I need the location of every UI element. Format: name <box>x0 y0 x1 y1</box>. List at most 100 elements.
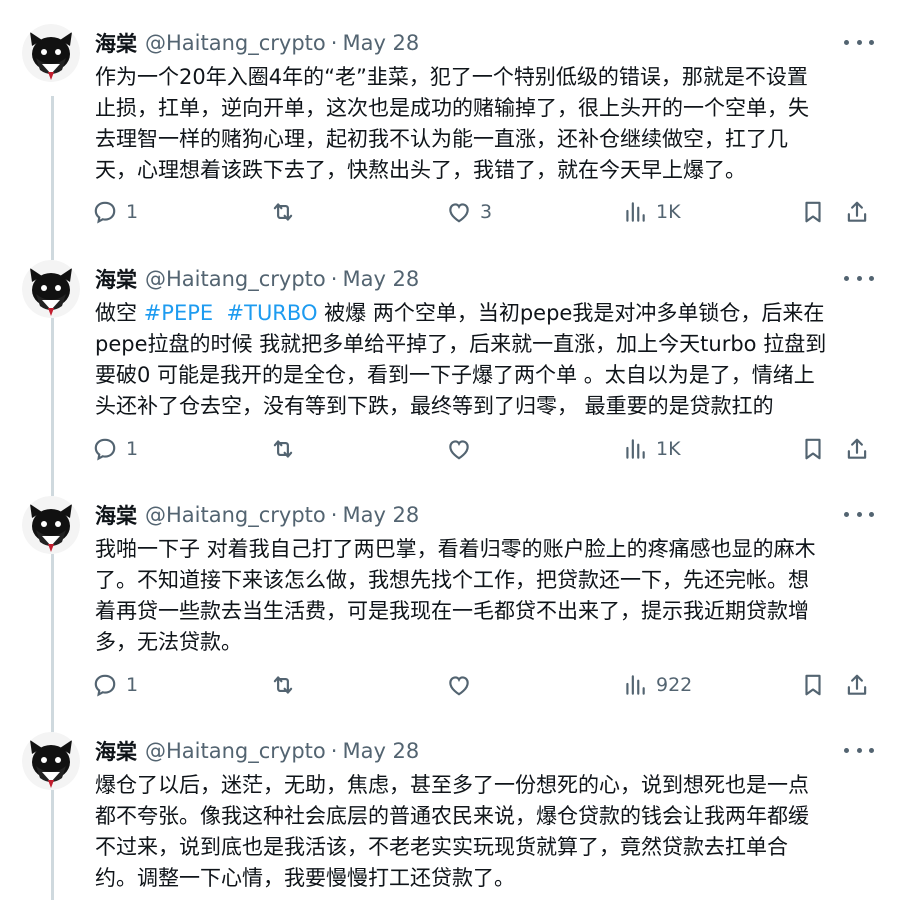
bookmark-button[interactable] <box>800 431 826 467</box>
like-button[interactable] <box>446 667 480 703</box>
reply-icon <box>94 674 116 697</box>
retweet-icon <box>273 440 293 458</box>
avatar[interactable] <box>22 260 80 318</box>
reply-count: 1 <box>126 201 139 223</box>
views-button[interactable]: 922 <box>622 667 692 703</box>
text-line: 天，心理想着该跌下去了，快熬出头了，我错了，就在今天早上爆了。 <box>95 158 746 182</box>
reply-count: 1 <box>126 674 139 696</box>
text-line: 头还补了仓去空，没有等到下跌，最终等到了归零， 最重要的是贷款扛的 <box>95 394 774 418</box>
text-line: 作为一个20年入圈4年的“老”韭菜，犯了一个特别低级的错误，那就是不设置 <box>95 65 808 89</box>
hashtag-link[interactable]: #TURBO <box>227 301 318 325</box>
author-name[interactable]: 海棠 <box>95 500 137 530</box>
tweet-date[interactable]: May 28 <box>342 739 419 763</box>
views-icon <box>626 202 645 222</box>
avatar-image <box>22 732 80 790</box>
like-icon <box>449 676 469 696</box>
reply-button[interactable]: 1 <box>92 194 138 230</box>
author-handle[interactable]: @Haitang_crypto <box>145 31 326 55</box>
views-count: 1K <box>656 201 681 223</box>
author-name[interactable]: 海棠 <box>95 264 137 294</box>
retweet-button[interactable] <box>270 194 304 230</box>
reply-count: 1 <box>126 438 139 460</box>
tweet-date[interactable]: May 28 <box>342 503 419 527</box>
like-count: 3 <box>480 201 493 223</box>
like-button[interactable] <box>446 431 480 467</box>
views-button[interactable]: 1K <box>622 194 681 230</box>
author-handle[interactable]: @Haitang_crypto <box>145 267 326 291</box>
tweet-header: 海棠 @Haitang_crypto · May 28 <box>95 264 419 294</box>
tweet-date[interactable]: May 28 <box>342 267 419 291</box>
tweet-text: 我啪一下子 对着我自己打了两巴掌，看着归零的账户脸上的疼痛感也显的麻木 了。不知道… <box>95 534 875 658</box>
tweet-actions: 1 1K <box>92 431 882 467</box>
separator-dot: · <box>330 739 338 763</box>
text-line: 止损，扛单，逆向开单，这次也是成功的赌输掉了，很上头开的一个空单，失 <box>95 96 809 120</box>
text-line: pepe拉盘的时候 我就把多单给平掉了，后来就一直涨，加上今天turbo 拉盘到 <box>95 332 827 356</box>
share-button[interactable] <box>844 194 870 230</box>
more-icon[interactable] <box>844 740 874 760</box>
retweet-icon <box>273 203 293 221</box>
bookmark-icon <box>805 674 821 696</box>
tweet-4[interactable]: 海棠 @Haitang_crypto · May 28 爆仓了以后，迷茫，无助，… <box>0 708 918 900</box>
separator-dot: · <box>330 31 338 55</box>
more-icon[interactable] <box>844 504 874 524</box>
text-line: 了。不知道接下来该怎么做，我想先找个工作，把贷款还一下，先还完帐。想 <box>95 568 809 592</box>
tweet-1[interactable]: 海棠 @Haitang_crypto · May 28 作为一个20年入圈4年的… <box>0 0 918 236</box>
tweet-text: 爆仓了以后，迷茫，无助，焦虑，甚至多了一份想死的心，说到想死也是一点 都不夸张。像… <box>95 770 875 894</box>
share-button[interactable] <box>844 667 870 703</box>
bookmark-button[interactable] <box>800 667 826 703</box>
avatar[interactable] <box>22 732 80 790</box>
text-line: 去理智一样的赌狗心理，起初我不认为能一直涨，还补仓继续做空，扛了几 <box>95 127 788 151</box>
author-handle[interactable]: @Haitang_crypto <box>145 503 326 527</box>
reply-button[interactable]: 1 <box>92 667 138 703</box>
reply-button[interactable]: 1 <box>92 431 138 467</box>
avatar[interactable] <box>22 24 80 82</box>
like-icon <box>449 203 469 223</box>
share-button[interactable] <box>844 431 870 467</box>
share-icon <box>847 674 867 695</box>
bookmark-icon <box>805 201 821 223</box>
avatar-image <box>22 260 80 318</box>
hashtag-spacer <box>213 301 226 325</box>
like-button[interactable]: 3 <box>446 194 492 230</box>
tweet-date[interactable]: May 28 <box>342 31 419 55</box>
tweet-actions: 1 3 1K <box>92 194 882 230</box>
share-icon <box>847 438 867 459</box>
reply-icon <box>94 438 116 461</box>
tweet-header: 海棠 @Haitang_crypto · May 28 <box>95 736 419 766</box>
views-button[interactable]: 1K <box>622 431 681 467</box>
separator-dot: · <box>330 267 338 291</box>
views-count: 922 <box>656 674 693 696</box>
avatar-image <box>22 496 80 554</box>
tweet-text: 作为一个20年入圈4年的“老”韭菜，犯了一个特别低级的错误，那就是不设置 止损，扛… <box>95 62 875 186</box>
hashtag-link[interactable]: #PEPE <box>144 301 213 325</box>
text-line: 我啪一下子 对着我自己打了两巴掌，看着归零的账户脸上的疼痛感也显的麻木 <box>95 537 816 561</box>
text-after-tags: 被爆 两个空单，当初pepe我是对冲多单锁仓，后来在 <box>317 301 825 325</box>
separator-dot: · <box>330 503 338 527</box>
bookmark-button[interactable] <box>800 194 826 230</box>
more-icon[interactable] <box>844 268 874 288</box>
retweet-button[interactable] <box>270 667 304 703</box>
retweet-icon <box>273 676 293 694</box>
like-icon <box>449 440 469 460</box>
avatar-image <box>22 24 80 82</box>
text-prefix: 做空 <box>95 301 144 325</box>
tweet-text: 做空 #PEPE #TURBO 被爆 两个空单，当初pepe我是对冲多单锁仓，后… <box>95 298 875 422</box>
tweet-header: 海棠 @Haitang_crypto · May 28 <box>95 500 419 530</box>
text-line: 都不夸张。像我这种社会底层的普通农民来说，爆仓贷款的钱会让我两年都缓 <box>95 804 809 828</box>
tweet-actions: 1 922 <box>92 667 882 703</box>
text-line: 着再贷一些款去当生活费，可是我现在一毛都贷不出来了，提示我近期贷款增 <box>95 599 809 623</box>
author-name[interactable]: 海棠 <box>95 28 137 58</box>
tweet-header: 海棠 @Haitang_crypto · May 28 <box>95 28 419 58</box>
views-count: 1K <box>656 438 681 460</box>
text-line: 约。调整一下心情，我要慢慢打工还贷款了。 <box>95 866 515 890</box>
author-handle[interactable]: @Haitang_crypto <box>145 739 326 763</box>
retweet-button[interactable] <box>270 431 304 467</box>
author-name[interactable]: 海棠 <box>95 736 137 766</box>
tweet-2[interactable]: 海棠 @Haitang_crypto · May 28 做空 #PEPE #TU… <box>0 236 918 472</box>
bookmark-icon <box>805 438 821 460</box>
text-line: 做空 #PEPE #TURBO 被爆 两个空单，当初pepe我是对冲多单锁仓，后… <box>95 298 875 329</box>
avatar[interactable] <box>22 496 80 554</box>
more-icon[interactable] <box>844 32 874 52</box>
text-line: 要破0 可能是我开的是全仓，看到一下子爆了两个单 。太自以为是了，情绪上 <box>95 363 815 387</box>
tweet-3[interactable]: 海棠 @Haitang_crypto · May 28 我啪一下子 对着我自己打… <box>0 472 918 708</box>
